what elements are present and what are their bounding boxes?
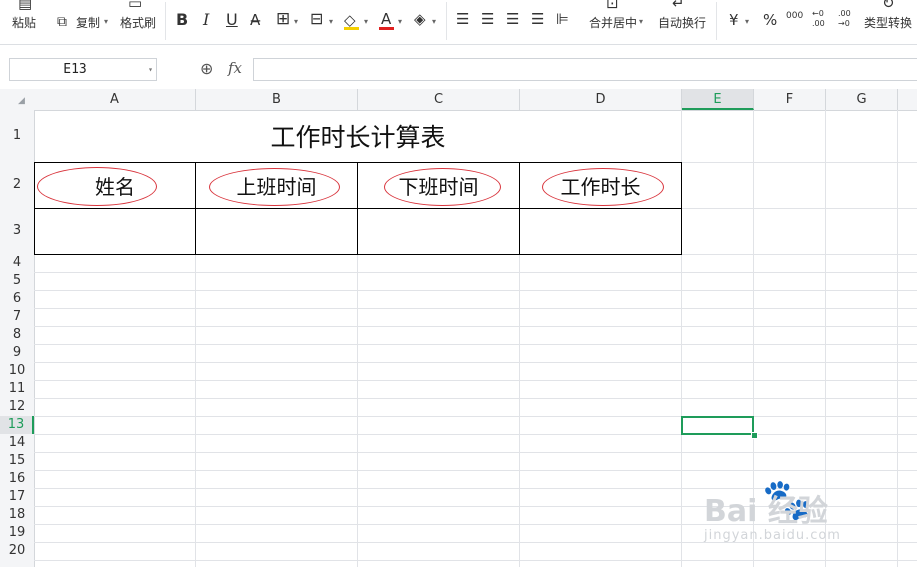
font-color-dropdown-icon[interactable]: ▾: [398, 17, 402, 26]
copy-dropdown-icon[interactable]: ▾: [104, 17, 108, 26]
selected-cell-outline[interactable]: [681, 416, 754, 435]
row-header[interactable]: 7: [0, 308, 34, 326]
bold-button[interactable]: B: [176, 11, 188, 29]
border-icon[interactable]: ⊞: [276, 10, 290, 28]
align-left-icon[interactable]: ☰: [456, 10, 469, 28]
italic-button[interactable]: I: [203, 11, 209, 29]
type-convert-icon[interactable]: ↻: [882, 0, 895, 12]
merge-center-button[interactable]: 合并居中: [589, 14, 637, 31]
column-header-bar: ◢ A B C D E F G: [0, 89, 917, 111]
formula-input[interactable]: [253, 58, 917, 81]
ribbon-divider: [716, 2, 717, 40]
annotation-oval: [37, 167, 157, 206]
column-header[interactable]: C: [358, 89, 520, 110]
ribbon-toolbar: ▤ 粘贴 ⧉ 复制 ▾ ▭ 格式刷 B I U A̶ ⊞ ▾ ⊟ ▾ ◇ ▾ A…: [0, 0, 917, 45]
annotation-oval: [542, 168, 664, 206]
column-header[interactable]: G: [826, 89, 898, 110]
row-header[interactable]: 18: [0, 506, 34, 524]
row-header-active[interactable]: 13: [0, 416, 34, 434]
row-header[interactable]: 17: [0, 488, 34, 506]
row-header[interactable]: 5: [0, 272, 34, 290]
copy-button[interactable]: 复制: [76, 14, 100, 31]
copy-icon[interactable]: ⧉: [57, 13, 67, 31]
border-dropdown-icon[interactable]: ▾: [294, 17, 298, 26]
data-cell[interactable]: [520, 209, 681, 254]
column-header[interactable]: B: [196, 89, 358, 110]
font-color-button[interactable]: A: [381, 10, 391, 28]
column-header[interactable]: F: [754, 89, 826, 110]
column-header[interactable]: A: [34, 89, 196, 110]
row-header[interactable]: 1: [0, 110, 34, 162]
clear-icon[interactable]: ◈: [414, 10, 426, 28]
row-header[interactable]: 3: [0, 208, 34, 254]
cell-style-icon[interactable]: ⊟: [310, 10, 323, 28]
table-title-cell[interactable]: 工作时长计算表: [34, 120, 682, 156]
name-box-value: E13: [63, 62, 87, 77]
format-painter-button[interactable]: 格式刷: [120, 14, 156, 31]
fx-button[interactable]: fx: [228, 59, 242, 77]
row-header[interactable]: 9: [0, 344, 34, 362]
row-header[interactable]: 10: [0, 362, 34, 380]
column-header[interactable]: D: [520, 89, 682, 110]
column-header-active[interactable]: E: [682, 89, 754, 110]
row-header[interactable]: 6: [0, 290, 34, 308]
align-center-icon[interactable]: ☰: [481, 10, 494, 28]
row-header[interactable]: 15: [0, 452, 34, 470]
distributed-align-icon[interactable]: ⊫: [556, 10, 569, 28]
row-header[interactable]: 11: [0, 380, 34, 398]
data-cell[interactable]: [196, 209, 357, 254]
watermark-brand: Bai 经验: [704, 494, 828, 529]
row-header[interactable]: 12: [0, 398, 34, 416]
row-header[interactable]: 19: [0, 524, 34, 542]
fill-color-swatch: [344, 27, 359, 30]
name-box[interactable]: E13 ▾: [9, 58, 157, 81]
justify-icon[interactable]: ☰: [531, 10, 544, 28]
row-header[interactable]: 14: [0, 434, 34, 452]
type-convert-button[interactable]: 类型转换: [864, 14, 912, 31]
row-header-bar: 1 2 3 4 5 6 7 8 9 10 11 12 13 14 15 16 1…: [0, 110, 35, 567]
wrap-text-icon[interactable]: ↵: [672, 0, 685, 12]
align-right-icon[interactable]: ☰: [506, 10, 519, 28]
row-header[interactable]: 8: [0, 326, 34, 344]
format-painter-icon[interactable]: ▭: [128, 0, 142, 12]
zoom-icon[interactable]: ⊕: [200, 59, 213, 78]
row-header[interactable]: 16: [0, 470, 34, 488]
annotation-oval: [209, 168, 340, 206]
fill-color-dropdown-icon[interactable]: ▾: [364, 17, 368, 26]
data-cell[interactable]: [35, 209, 195, 254]
ribbon-divider: [165, 2, 166, 40]
decrease-decimal-button[interactable]: .00 →0: [838, 9, 854, 29]
underline-button[interactable]: U: [226, 11, 238, 29]
font-color-swatch: [379, 27, 394, 30]
clear-dropdown-icon[interactable]: ▾: [432, 17, 436, 26]
strikethrough-icon[interactable]: A̶: [250, 11, 260, 29]
data-cell[interactable]: [358, 209, 519, 254]
select-all-corner-icon[interactable]: ◢: [18, 96, 25, 106]
increase-decimal-button[interactable]: ←0 .00: [812, 9, 828, 29]
paste-icon[interactable]: ▤: [18, 0, 32, 12]
annotation-oval: [384, 168, 501, 206]
merge-center-icon[interactable]: ⊡: [606, 0, 619, 12]
percent-button[interactable]: %: [763, 11, 777, 29]
fill-handle[interactable]: [751, 432, 758, 439]
currency-button[interactable]: ¥: [729, 11, 739, 29]
currency-dropdown-icon[interactable]: ▾: [745, 17, 749, 26]
cell-style-dropdown-icon[interactable]: ▾: [329, 17, 333, 26]
thousands-separator-button[interactable]: 000: [786, 11, 803, 21]
wrap-text-button[interactable]: 自动换行: [658, 14, 706, 31]
row-header[interactable]: 20: [0, 542, 34, 560]
row-header[interactable]: 2: [0, 162, 34, 208]
ribbon-divider: [446, 2, 447, 40]
merge-dropdown-icon[interactable]: ▾: [639, 17, 643, 26]
watermark: 🐾 Bai 经验 jingyan.baidu.com: [700, 470, 917, 567]
row-header[interactable]: 4: [0, 254, 34, 272]
name-box-dropdown-icon[interactable]: ▾: [148, 59, 153, 80]
paste-button[interactable]: 粘贴: [12, 14, 36, 31]
watermark-url: jingyan.baidu.com: [704, 528, 841, 543]
